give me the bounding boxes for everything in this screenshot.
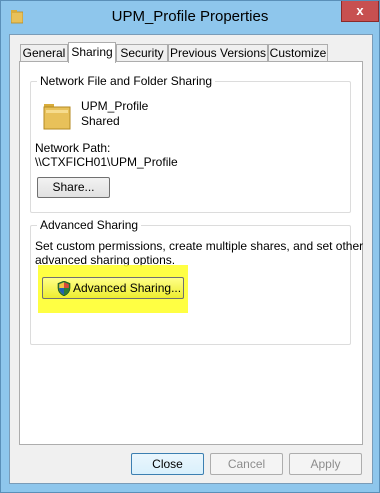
share-button[interactable]: Share... <box>37 177 110 198</box>
tab-security[interactable]: Security <box>116 44 168 62</box>
title-bar[interactable]: UPM_Profile Properties x <box>1 1 379 35</box>
folder-name: UPM_Profile <box>81 99 149 113</box>
network-path-value: \\CTXFICH01\UPM_Profile <box>35 155 178 169</box>
tab-customize[interactable]: Customize <box>268 44 328 62</box>
network-sharing-group-title: Network File and Folder Sharing <box>37 74 216 88</box>
advanced-sharing-description-line1: Set custom permissions, create multiple … <box>35 239 364 253</box>
tab-sharing[interactable]: Sharing <box>68 42 116 63</box>
properties-window: UPM_Profile Properties x General Sharing… <box>0 0 380 493</box>
advanced-sharing-button[interactable]: Advanced Sharing... <box>42 277 184 299</box>
close-button[interactable]: Close <box>131 453 204 475</box>
close-window-button[interactable]: x <box>341 1 379 22</box>
sharing-tab-panel: Network File and Folder Sharing UPM_Prof… <box>19 61 363 445</box>
tab-previous-versions[interactable]: Previous Versions <box>168 44 268 62</box>
tab-general[interactable]: General <box>20 44 68 62</box>
cancel-button[interactable]: Cancel <box>210 453 283 475</box>
folder-icon <box>43 104 71 130</box>
window-title: UPM_Profile Properties <box>111 8 269 25</box>
apply-button[interactable]: Apply <box>289 453 362 475</box>
network-sharing-group: Network File and Folder Sharing UPM_Prof… <box>30 74 351 213</box>
uac-shield-icon <box>57 281 71 296</box>
network-path-label: Network Path: <box>35 141 111 155</box>
advanced-sharing-button-label: Advanced Sharing... <box>73 281 182 295</box>
dialog-client-area: General Sharing Security Previous Versio… <box>9 34 373 484</box>
folder-share-status: Shared <box>81 114 120 128</box>
advanced-sharing-group-title: Advanced Sharing <box>37 218 142 232</box>
